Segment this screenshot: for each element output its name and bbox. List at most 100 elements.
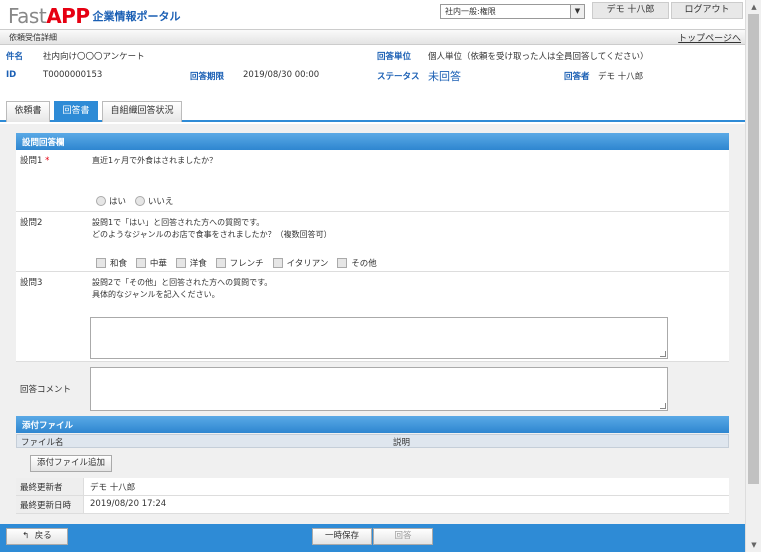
resize-handle-icon[interactable] xyxy=(660,351,666,357)
answer-section-header: 設問回答欄 xyxy=(16,133,729,150)
logo-fast-text: Fast xyxy=(8,4,47,28)
q2-option-label: フレンチ xyxy=(229,259,264,269)
back-button[interactable]: ↰ 戻る xyxy=(6,528,68,545)
col-description: 説明 xyxy=(393,438,411,448)
q1-radio-no-label: いいえ xyxy=(147,197,174,207)
q1-radio-no[interactable]: いいえ xyxy=(134,195,174,207)
q2-check-french[interactable]: フレンチ xyxy=(215,257,264,269)
q3-text: 設問2で「その他」と回答された方への質問です。 具体的なジャンルを記入ください。 xyxy=(90,274,668,314)
checkbox-icon[interactable] xyxy=(337,258,348,268)
scroll-up-icon[interactable]: ▲ xyxy=(746,0,761,14)
q2-label: 設問2 xyxy=(20,218,43,228)
meta-updated-at: 最終更新日時 2019/08/20 17:24 xyxy=(16,496,729,514)
subject-value: 社内向け〇〇〇アンケート xyxy=(43,52,145,62)
q2-option-label: イタリアン xyxy=(286,259,329,269)
question-row-3: 設問3 設問2で「その他」と回答された方への質問です。 具体的なジャンルを記入く… xyxy=(16,272,729,362)
id-label: ID xyxy=(6,70,17,80)
respondent-value: デモ 十八郎 xyxy=(598,72,644,82)
add-attachment-button[interactable]: 添付ファイル追加 xyxy=(30,455,112,472)
q1-text: 直近1ヶ月で外食はされましたか？ xyxy=(90,152,668,194)
tab-org-status[interactable]: 自組織回答状況 xyxy=(102,101,182,122)
app-logo[interactable]: FastAPP 企業情報ポータル xyxy=(8,4,180,28)
status-badge: 未回答 xyxy=(428,70,461,83)
q2-options: 和食 中華 洋食 フレンチ イタリアン その他 xyxy=(96,257,383,271)
q2-check-washoku[interactable]: 和食 xyxy=(96,257,127,269)
tab-bar: 依頼書 回答書 自組織回答状況 xyxy=(0,98,745,122)
updated-at-value: 2019/08/20 17:24 xyxy=(90,499,167,509)
save-temp-button[interactable]: 一時保存 xyxy=(312,528,372,545)
q1-label-text: 設問1 xyxy=(20,156,43,166)
app-header: FastAPP 企業情報ポータル 社内一般:権限 ▼ デモ 十八郎 ログアウト xyxy=(0,0,745,30)
col-filename: ファイル名 xyxy=(21,438,64,448)
meta-updated-by: 最終更新者 デモ 十八郎 xyxy=(16,478,729,496)
logout-button[interactable]: ログアウト xyxy=(671,2,743,19)
attachment-actions: 添付ファイル追加 xyxy=(16,449,729,477)
updated-by-value: デモ 十八郎 xyxy=(90,483,136,493)
attachment-table-header: ファイル名 説明 xyxy=(16,434,729,448)
scroll-down-icon[interactable]: ▼ xyxy=(746,538,761,552)
deadline-label: 回答期限 xyxy=(190,72,225,82)
radio-icon[interactable] xyxy=(134,196,145,206)
q2-option-label: 和食 xyxy=(110,259,128,269)
back-arrow-icon: ↰ xyxy=(22,531,30,541)
scrollbar-thumb[interactable] xyxy=(748,14,759,484)
respondent-label: 回答者 xyxy=(564,72,590,82)
q1-radio-yes-label: はい xyxy=(109,197,127,207)
chevron-down-icon[interactable]: ▼ xyxy=(570,5,584,18)
q2-option-label: 洋食 xyxy=(189,259,207,269)
q3-text-line2: 具体的なジャンルを記入ください。 xyxy=(92,290,220,299)
status-label: ステータス xyxy=(377,72,420,82)
deadline-value: 2019/08/30 00:00 xyxy=(243,70,320,80)
subject-label: 件名 xyxy=(6,52,24,62)
radio-icon[interactable] xyxy=(96,196,106,206)
back-button-label: 戻る xyxy=(34,531,52,541)
question-row-1: 設問1 * 直近1ヶ月で外食はされましたか？ はい いいえ xyxy=(16,150,729,212)
checkbox-icon[interactable] xyxy=(175,258,186,268)
info-row-subject: 件名 社内向け〇〇〇アンケート 回答単位 個人単位（依頼を受け取った人は全員回答… xyxy=(0,45,745,65)
logo-app-text: APP xyxy=(46,4,90,28)
checkbox-icon[interactable] xyxy=(215,258,226,268)
submit-button[interactable]: 回答 xyxy=(373,528,433,545)
q1-options: はい いいえ xyxy=(96,195,179,209)
comment-textarea[interactable] xyxy=(90,367,668,411)
user-name[interactable]: デモ 十八郎 xyxy=(592,2,669,19)
q2-text-line1: 設問1で「はい」と回答された方への質問です。 xyxy=(92,218,265,227)
q1-label: 設問1 * xyxy=(20,154,49,166)
top-page-link[interactable]: トップページへ xyxy=(678,31,741,44)
q2-check-other[interactable]: その他 xyxy=(337,257,377,269)
q2-option-label: その他 xyxy=(351,259,377,269)
tab-request[interactable]: 依頼書 xyxy=(6,101,50,122)
q2-text-line2: どのようなジャンルのお店で食事をされましたか？（複数回答可） xyxy=(92,230,332,239)
required-mark: * xyxy=(45,156,50,166)
q2-check-chuka[interactable]: 中華 xyxy=(135,257,167,269)
tab-answer[interactable]: 回答書 xyxy=(54,101,98,122)
role-select-value: 社内一般:権限 xyxy=(445,7,496,16)
q1-radio-yes[interactable]: はい xyxy=(96,195,126,207)
q2-option-label: 中華 xyxy=(149,259,167,269)
q3-answer-textarea[interactable] xyxy=(90,317,668,359)
page-title-bar: 依頼受信詳細 トップページへ xyxy=(0,29,745,45)
question-row-2: 設問2 設問1で「はい」と回答された方への質問です。 どのようなジャンルのお店で… xyxy=(16,212,729,272)
info-row-id: ID T0000000153 回答期限 2019/08/30 00:00 ステー… xyxy=(0,65,745,85)
q2-check-yoshoku[interactable]: 洋食 xyxy=(175,257,207,269)
checkbox-icon[interactable] xyxy=(272,258,283,268)
q3-label: 設問3 xyxy=(20,278,43,288)
id-value: T0000000153 xyxy=(43,70,103,80)
q3-text-line1: 設問2で「その他」と回答された方への質問です。 xyxy=(92,278,273,287)
logo-portal-text: 企業情報ポータル xyxy=(92,10,181,23)
role-select[interactable]: 社内一般:権限 ▼ xyxy=(440,4,585,19)
comment-label: 回答コメント xyxy=(20,385,72,395)
page-title: 依頼受信詳細 xyxy=(9,33,57,42)
q1-text-value: 直近1ヶ月で外食はされましたか？ xyxy=(92,156,218,165)
checkbox-icon[interactable] xyxy=(135,258,146,268)
resize-handle-icon[interactable] xyxy=(660,403,666,409)
updated-by-label: 最終更新者 xyxy=(16,478,84,495)
answer-unit-label: 回答単位 xyxy=(377,52,412,62)
updated-at-label: 最終更新日時 xyxy=(16,496,84,513)
comment-row: 回答コメント xyxy=(16,362,729,414)
checkbox-icon[interactable] xyxy=(96,258,106,268)
footer-bar: ↰ 戻る 一時保存 回答 xyxy=(0,524,745,552)
q2-text: 設問1で「はい」と回答された方への質問です。 どのようなジャンルのお店で食事をさ… xyxy=(90,214,668,250)
vertical-scrollbar[interactable]: ▲ ▼ xyxy=(745,0,761,552)
q2-check-italian[interactable]: イタリアン xyxy=(272,257,329,269)
